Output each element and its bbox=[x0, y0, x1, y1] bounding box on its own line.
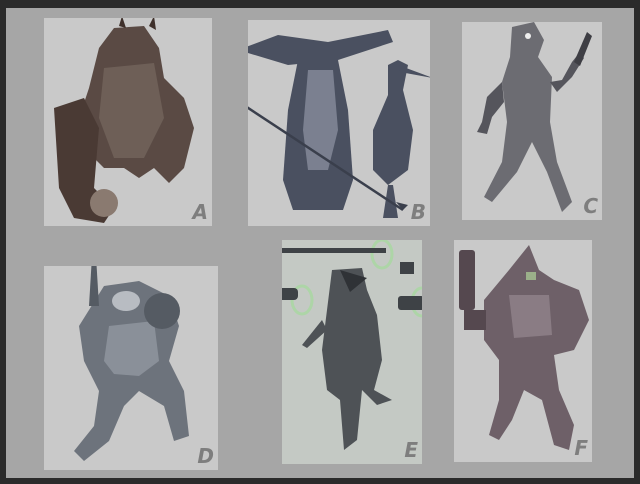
concept-sheet-canvas: A B C D E F bbox=[6, 8, 634, 478]
panel-label-c: C bbox=[583, 194, 598, 218]
panel-label-a: A bbox=[192, 200, 208, 224]
panel-b: B bbox=[248, 20, 430, 226]
panel-c: C bbox=[462, 22, 602, 220]
character-d-heavy-soldier bbox=[74, 266, 189, 461]
panel-label-b: B bbox=[410, 200, 426, 224]
character-e-plague-masked-mage bbox=[282, 240, 422, 450]
character-c-hooded-assassin bbox=[477, 22, 592, 212]
panel-label-f: F bbox=[574, 436, 588, 460]
character-a-armored-warrior bbox=[54, 18, 194, 223]
character-f-mech-gunner bbox=[459, 245, 589, 450]
panel-a: A bbox=[44, 18, 212, 226]
panel-label-e: E bbox=[404, 438, 418, 462]
panel-label-d: D bbox=[197, 444, 214, 468]
panel-f: F bbox=[454, 240, 592, 462]
character-b-hunter-with-heron bbox=[248, 30, 430, 218]
panel-d: D bbox=[44, 266, 218, 470]
panel-e: E bbox=[282, 240, 422, 464]
